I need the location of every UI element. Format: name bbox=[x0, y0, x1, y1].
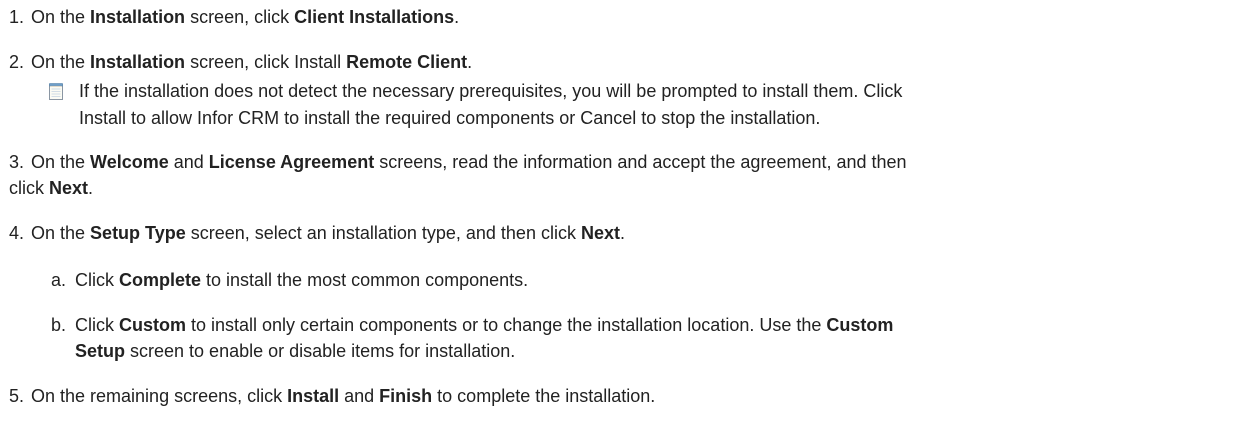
step-1: 1. bbox=[9, 6, 24, 28]
note-text-line-2: Install to allow Infor CRM to install th… bbox=[79, 108, 821, 128]
text: screen, click Install bbox=[185, 52, 347, 72]
substep-a: a. bbox=[51, 269, 66, 291]
step-2-text: On the Installation screen, click Instal… bbox=[31, 51, 472, 73]
ui-term: Remote Client bbox=[346, 52, 468, 72]
substep-b: b. bbox=[51, 314, 66, 336]
step-number: 2. bbox=[9, 52, 25, 72]
text: On the bbox=[31, 223, 91, 243]
ui-term: Next bbox=[580, 223, 620, 243]
step-3: 3. bbox=[9, 151, 24, 173]
text: On the bbox=[31, 52, 91, 72]
step-1-text: On the Installation screen, click Client… bbox=[31, 6, 459, 28]
substep-letter: a. bbox=[51, 270, 67, 290]
ui-term: Installation bbox=[90, 52, 186, 72]
text: . bbox=[454, 7, 460, 27]
text: to complete the installation. bbox=[432, 386, 656, 406]
step-4: 4. bbox=[9, 222, 24, 244]
ui-term: Custom bbox=[826, 315, 894, 335]
text: click bbox=[9, 178, 49, 198]
ui-term: Complete bbox=[119, 270, 202, 290]
text: . bbox=[619, 223, 625, 243]
step-5-text: On the remaining screens, click Install … bbox=[31, 385, 655, 407]
step-5: 5. bbox=[9, 385, 24, 407]
ui-term: Client Installations bbox=[294, 7, 455, 27]
ui-term: Welcome bbox=[90, 152, 169, 172]
ui-term: Finish bbox=[379, 386, 433, 406]
text: On the bbox=[31, 7, 91, 27]
ui-term: Setup Type bbox=[90, 223, 186, 243]
text: . bbox=[467, 52, 473, 72]
step-2: 2. bbox=[9, 51, 24, 73]
text: Click bbox=[75, 270, 119, 290]
text: On the bbox=[31, 152, 91, 172]
substep-b-text: Click Custom to install only certain com… bbox=[75, 314, 893, 336]
text: On the remaining screens, click bbox=[31, 386, 288, 406]
step-number: 3. bbox=[9, 152, 25, 172]
step-number: 1. bbox=[9, 7, 25, 27]
step-4-text: On the Setup Type screen, select an inst… bbox=[31, 222, 625, 244]
ui-term: Install bbox=[287, 386, 340, 406]
substep-a-text: Click Complete to install the most commo… bbox=[75, 269, 528, 291]
substep-letter: b. bbox=[51, 315, 67, 335]
step-number: 4. bbox=[9, 223, 25, 243]
text: and bbox=[339, 386, 380, 406]
step-3-text: On the Welcome and License Agreement scr… bbox=[31, 151, 907, 173]
text: screen, select an installation type, and… bbox=[185, 223, 581, 243]
ui-term: Next bbox=[49, 178, 89, 198]
text: to install the most common components. bbox=[201, 270, 529, 290]
text: Click bbox=[75, 315, 119, 335]
note-text-line-1: If the installation does not detect the … bbox=[79, 81, 903, 101]
ui-term: Setup bbox=[75, 341, 126, 361]
text: screens, read the information and accept… bbox=[374, 152, 907, 172]
step-3-text-line-2: click Next. bbox=[9, 177, 93, 199]
ui-term: Installation bbox=[90, 7, 186, 27]
note-icon bbox=[49, 83, 63, 100]
text: . bbox=[88, 178, 94, 198]
text: screen to enable or disable items for in… bbox=[125, 341, 516, 361]
step-number: 5. bbox=[9, 386, 25, 406]
text: to install only certain components or to… bbox=[186, 315, 827, 335]
substep-b-text-line-2: Setup screen to enable or disable items … bbox=[75, 340, 515, 362]
text: screen, click bbox=[185, 7, 295, 27]
ui-term: License Agreement bbox=[208, 152, 375, 172]
ui-term: Custom bbox=[119, 315, 186, 335]
text: and bbox=[168, 152, 209, 172]
instructions-document: 1. On the Installation screen, click Cli… bbox=[0, 0, 1241, 424]
